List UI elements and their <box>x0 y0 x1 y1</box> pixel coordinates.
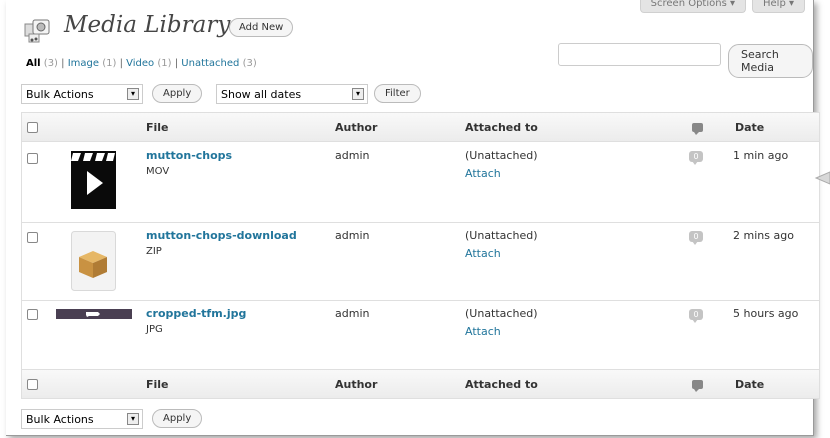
table-row: cropped-tfm.jpg JPG admin (Unattached) A… <box>22 301 819 370</box>
pointer-arrow-icon <box>814 171 830 185</box>
date-cell: 5 hours ago <box>733 307 799 320</box>
filter-separator: | <box>174 58 179 69</box>
author-cell: admin <box>335 307 370 320</box>
media-table: File Author Attached to Date mutton-chop… <box>21 112 820 399</box>
filter-all[interactable]: All <box>26 58 41 69</box>
media-library-icon <box>24 19 50 43</box>
media-title-cell: cropped-tfm.jpg JPG <box>146 307 246 335</box>
column-attached[interactable]: Attached to <box>465 378 538 391</box>
media-filter-links: All (3) | Image (1) | Video (1) | Unatta… <box>26 58 257 69</box>
row-checkbox[interactable] <box>27 232 38 243</box>
table-row: mutton-chops MOV admin (Unattached) Atta… <box>22 143 819 223</box>
page-title: Media Library <box>64 12 231 38</box>
add-new-button[interactable]: Add New <box>229 18 294 37</box>
table-footer: File Author Attached to Date <box>22 369 819 398</box>
search-input[interactable] <box>558 43 721 66</box>
select-all-checkbox[interactable] <box>27 122 38 133</box>
table-row: mutton-chops-download ZIP admin (Unattac… <box>22 223 819 301</box>
filter-unattached[interactable]: Unattached <box>181 58 239 69</box>
screen-options-tab[interactable]: Screen Options ▾ <box>639 0 746 13</box>
attached-cell: (Unattached) Attach <box>465 307 537 338</box>
search-media-button[interactable]: Search Media <box>728 44 813 78</box>
author-cell: admin <box>335 149 370 162</box>
attach-link[interactable]: Attach <box>465 325 501 338</box>
bulk-actions-select-bottom[interactable]: Bulk Actions ▾ <box>21 409 143 429</box>
select-all-checkbox[interactable] <box>27 379 38 390</box>
table-header: File Author Attached to Date <box>22 113 819 142</box>
image-thumbnail <box>56 309 132 319</box>
column-author[interactable]: Author <box>335 378 377 391</box>
file-type: MOV <box>146 166 170 177</box>
comment-bubble-icon <box>692 123 703 135</box>
apply-button-bottom[interactable]: Apply <box>152 409 203 428</box>
media-title-link[interactable]: mutton-chops-download <box>146 229 297 242</box>
filter-video[interactable]: Video <box>126 58 154 69</box>
apply-button[interactable]: Apply <box>152 84 203 103</box>
file-type: ZIP <box>146 246 162 257</box>
video-file-icon <box>71 151 116 209</box>
filter-button[interactable]: Filter <box>374 84 421 103</box>
filter-image-count: (1) <box>102 58 117 69</box>
date-filter-value: Show all dates <box>221 88 302 101</box>
bulk-actions-value: Bulk Actions <box>26 413 94 426</box>
help-tab[interactable]: Help ▾ <box>752 0 805 13</box>
row-checkbox[interactable] <box>27 309 38 320</box>
media-title-cell: mutton-chops MOV <box>146 149 232 177</box>
media-title-link[interactable]: cropped-tfm.jpg <box>146 307 246 320</box>
chevron-down-icon: ▾ <box>127 88 139 100</box>
filter-separator: | <box>61 58 65 69</box>
media-title-cell: mutton-chops-download ZIP <box>146 229 297 257</box>
column-author[interactable]: Author <box>335 121 377 134</box>
media-title-link[interactable]: mutton-chops <box>146 149 232 162</box>
attached-status: (Unattached) <box>465 229 538 242</box>
filter-separator: | <box>119 58 123 69</box>
comment-bubble-icon <box>692 380 703 392</box>
filter-video-count: (1) <box>157 58 172 69</box>
date-cell: 2 mins ago <box>733 229 794 242</box>
bulk-actions-value: Bulk Actions <box>26 88 94 101</box>
column-date[interactable]: Date <box>735 378 764 391</box>
date-filter-select[interactable]: Show all dates ▾ <box>216 84 368 104</box>
column-date[interactable]: Date <box>735 121 764 134</box>
comment-count-bubble[interactable]: 0 <box>689 231 703 245</box>
attached-cell: (Unattached) Attach <box>465 229 537 260</box>
chevron-down-icon: ▾ <box>352 88 364 100</box>
column-attached[interactable]: Attached to <box>465 121 538 134</box>
filter-image[interactable]: Image <box>68 58 99 69</box>
attached-status: (Unattached) <box>465 307 538 320</box>
file-type: JPG <box>146 324 163 335</box>
screen-meta: Screen Options ▾ Help ▾ <box>639 0 805 13</box>
attach-link[interactable]: Attach <box>465 167 501 180</box>
filter-unattached-count: (3) <box>242 58 257 69</box>
admin-frame: Screen Options ▾ Help ▾ Media Library Ad… <box>6 0 820 436</box>
comment-count-bubble[interactable]: 0 <box>689 151 703 165</box>
filter-all-count: (3) <box>43 58 58 69</box>
column-file[interactable]: File <box>146 121 169 134</box>
comment-count-bubble[interactable]: 0 <box>689 309 703 323</box>
archive-file-icon <box>71 231 116 291</box>
attached-status: (Unattached) <box>465 149 538 162</box>
attach-link[interactable]: Attach <box>465 247 501 260</box>
author-cell: admin <box>335 229 370 242</box>
attached-cell: (Unattached) Attach <box>465 149 537 180</box>
column-file[interactable]: File <box>146 378 169 391</box>
bulk-actions-select[interactable]: Bulk Actions ▾ <box>21 84 143 104</box>
chevron-down-icon: ▾ <box>127 413 139 425</box>
row-checkbox[interactable] <box>27 153 38 164</box>
date-cell: 1 min ago <box>733 149 789 162</box>
